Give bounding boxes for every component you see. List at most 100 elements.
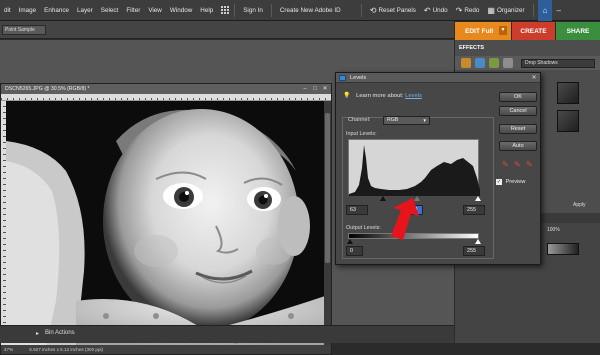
layer-styles-icon[interactable] — [475, 58, 485, 68]
maximize-doc-icon[interactable]: □ — [311, 85, 319, 93]
learn-more-link[interactable]: Levels — [405, 93, 422, 99]
effects-header: EFFECTS — [459, 45, 485, 51]
output-white-handle[interactable] — [475, 239, 481, 244]
layer-thumbnail[interactable] — [547, 243, 579, 255]
vertical-scrollbar[interactable] — [324, 101, 331, 345]
tab-edit[interactable]: EDIT Full ▼ — [455, 22, 511, 40]
tab-edit-label: EDIT Full — [465, 27, 494, 35]
organizer-label: Organizer — [496, 6, 525, 14]
redo-icon: ↷ — [455, 5, 463, 15]
menu-layer[interactable]: Layer — [73, 7, 97, 14]
black-eyedropper-icon[interactable]: ✎ — [502, 160, 511, 169]
black-point-handle[interactable] — [380, 196, 386, 201]
minimize-button[interactable]: – — [552, 6, 564, 15]
baby-photo — [6, 101, 325, 347]
channel-select[interactable]: RGB ▼ — [383, 116, 430, 125]
document-window: DSCN5265.JPG @ 30.5% (RGB/8) * – □ ✕ 47%… — [0, 83, 332, 355]
close-icon[interactable]: ✕ — [530, 74, 538, 82]
zoom-level[interactable]: 47% — [4, 345, 16, 354]
reset-panels-button[interactable]: ⟲ Reset Panels — [366, 6, 420, 15]
apply-button[interactable]: Apply — [573, 202, 586, 208]
output-black-handle[interactable] — [347, 239, 353, 244]
app-icon — [339, 75, 346, 81]
effects-toolbar: Drop Shadows — [455, 56, 600, 70]
annotation-arrow-icon — [391, 198, 419, 240]
minimize-doc-icon[interactable]: – — [301, 85, 309, 93]
opacity-field[interactable]: 100% — [547, 227, 560, 233]
channel-value: RGB — [387, 117, 399, 123]
channel-label: Channel: — [348, 117, 371, 123]
input-levels-label: Input Levels: — [346, 131, 377, 137]
learn-more-label: Learn more about: — [356, 93, 404, 99]
output-black-field[interactable]: 0 — [346, 246, 363, 256]
menu-window[interactable]: Window — [166, 7, 196, 14]
menu-edit[interactable]: dit — [0, 7, 15, 14]
reset-panels-label: Reset Panels — [378, 6, 416, 14]
menu-separator — [234, 3, 236, 17]
effect-thumbnail[interactable] — [557, 110, 579, 132]
levels-dialog: Levels ✕ 💡 Learn more about: Levels OK C… — [335, 72, 541, 265]
input-black-field[interactable]: 63 — [346, 205, 368, 215]
cancel-button[interactable]: Cancel — [499, 106, 537, 116]
undo-button[interactable]: ↶ Undo — [420, 6, 452, 15]
preview-checkbox[interactable]: ✓ Preview — [496, 179, 525, 185]
ruler-horizontal — [1, 94, 331, 101]
project-bin-bar: ▸ Bin Actions — [0, 325, 454, 343]
auto-button[interactable]: Auto — [499, 141, 537, 151]
tab-create[interactable]: CREATE — [512, 22, 555, 40]
photo-effects-icon[interactable] — [489, 58, 499, 68]
menu-view[interactable]: View — [144, 7, 166, 14]
checkmark-icon: ✓ — [496, 179, 502, 185]
menu-filter[interactable]: Filter — [122, 7, 144, 14]
reset-panels-icon: ⟲ — [369, 5, 377, 15]
output-white-field[interactable]: 255 — [463, 246, 485, 256]
bin-actions-menu[interactable]: Bin Actions — [45, 330, 75, 336]
home-icon: ⌂ — [542, 5, 548, 15]
menu-image[interactable]: Image — [15, 7, 41, 14]
document-status-bar: 47% 6.927 inches x 5.12 inches (300 ppi) — [1, 345, 331, 354]
document-title-bar: DSCN5265.JPG @ 30.5% (RGB/8) * – □ ✕ — [1, 84, 331, 94]
redo-label: Redo — [464, 6, 480, 14]
input-white-field[interactable]: 255 — [463, 205, 485, 215]
reset-button[interactable]: Reset — [499, 124, 537, 134]
white-eyedropper-icon[interactable]: ✎ — [526, 160, 535, 169]
workspace-grid-icon[interactable] — [221, 5, 230, 15]
chevron-down-icon: ▼ — [422, 118, 427, 123]
ok-button[interactable]: OK — [499, 92, 537, 102]
collapse-arrow-icon[interactable]: ▸ — [36, 330, 39, 337]
effects-category-select[interactable]: Drop Shadows — [521, 59, 595, 68]
white-point-handle[interactable] — [475, 196, 481, 201]
tab-share[interactable]: SHARE — [556, 22, 600, 40]
tool-options-bar: Point Sample — [0, 21, 454, 39]
gray-eyedropper-icon[interactable]: ✎ — [514, 160, 523, 169]
close-icon[interactable]: ✕ — [321, 85, 329, 93]
menu-separator — [270, 3, 272, 17]
undo-icon: ↶ — [423, 5, 431, 15]
menu-help[interactable]: Help — [196, 7, 217, 14]
preview-label: Preview — [505, 179, 526, 185]
menu-separator — [360, 3, 362, 17]
levels-title: Levels — [350, 75, 367, 81]
menu-enhance[interactable]: Enhance — [40, 7, 73, 14]
filters-icon[interactable] — [461, 58, 471, 68]
undo-label: Undo — [432, 6, 448, 14]
chevron-down-icon[interactable]: ▼ — [499, 26, 507, 35]
histogram-graph — [349, 145, 480, 196]
menu-separator — [532, 3, 534, 17]
redo-button[interactable]: ↷ Redo — [452, 6, 484, 15]
home-button[interactable]: ⌂ — [537, 0, 553, 21]
sample-select[interactable]: Point Sample — [2, 25, 46, 35]
effect-thumbnail[interactable] — [557, 82, 579, 104]
scrollbar-thumb[interactable] — [325, 113, 330, 263]
levels-title-bar: Levels ✕ — [336, 73, 540, 83]
sign-in-link[interactable]: Sign In — [239, 7, 267, 14]
photo-canvas[interactable] — [6, 101, 325, 347]
all-effects-icon[interactable] — [503, 58, 513, 68]
document-title: DSCN5265.JPG @ 30.5% (RGB/8) * — [5, 86, 90, 92]
menu-select[interactable]: Select — [97, 7, 123, 14]
organizer-icon: ▦ — [487, 5, 495, 15]
minimize-icon: – — [556, 5, 561, 15]
document-size-info: 6.927 inches x 5.12 inches (300 ppi) — [29, 347, 104, 352]
create-adobe-id-link[interactable]: Create New Adobe ID — [276, 7, 345, 14]
organizer-button[interactable]: ▦ Organizer — [483, 6, 528, 15]
